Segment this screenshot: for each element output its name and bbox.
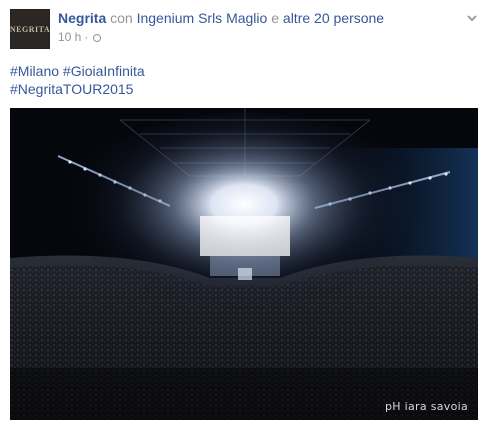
post-photo[interactable]: pH iara savoia [10,108,478,420]
hashtags-line-1: #Milano #GioiaInfinita [10,62,145,80]
avatar-logo-text: NEGRITA [10,24,50,34]
concert-arena-photo [10,108,478,420]
facebook-post: NEGRITA Negrita con Ingenium Srls Maglio… [0,0,485,425]
hashtags-line-2: #NegritaTOUR2015 [10,80,145,98]
post-headline: Negrita con Ingenium Srls Maglio e altre… [58,10,453,27]
author-link[interactable]: Negrita [58,10,106,26]
hashtag-gioiainfinita[interactable]: #GioiaInfinita [63,63,145,79]
tagged-person-link[interactable]: Ingenium Srls Maglio [137,10,268,26]
conjunction-label: e [271,10,280,26]
photo-credit: pH iara savoia [384,400,468,413]
hashtag-negritatour2015[interactable]: #NegritaTOUR2015 [10,81,133,97]
post-text: #Milano #GioiaInfinita #NegritaTOUR2015 [10,62,145,98]
post-meta: 10 h · [58,30,102,45]
globe-icon[interactable] [93,33,102,42]
with-label: con [110,10,133,26]
others-link[interactable]: altre 20 persone [283,10,384,26]
page-avatar[interactable]: NEGRITA [10,9,50,49]
chevron-down-icon[interactable] [466,12,478,24]
timestamp-link[interactable]: 10 h [58,30,81,45]
meta-separator: · [84,30,89,44]
hashtag-milano[interactable]: #Milano [10,63,59,79]
